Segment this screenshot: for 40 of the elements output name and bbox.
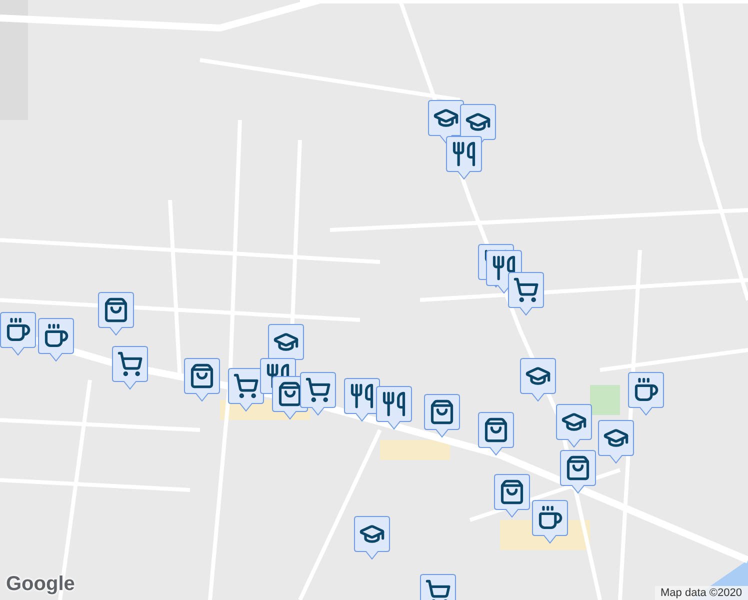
shopping-cart-icon (425, 579, 451, 600)
map-marker[interactable] (628, 372, 664, 416)
map-marker[interactable] (446, 136, 482, 180)
fork-knife-icon (265, 363, 291, 389)
coffee-cup-icon (633, 377, 659, 403)
shopping-bag-icon (189, 363, 215, 389)
map-marker[interactable] (560, 450, 596, 494)
fork-knife-icon (451, 141, 477, 167)
shopping-cart-icon (305, 377, 331, 403)
map-marker[interactable] (494, 474, 530, 518)
coffee-cup-icon (5, 317, 31, 343)
fork-knife-icon (349, 383, 375, 409)
map-marker[interactable] (424, 394, 460, 438)
coffee-cup-icon (537, 505, 563, 531)
fork-knife-icon (491, 255, 517, 281)
coffee-cup-icon (43, 323, 69, 349)
shopping-bag-icon (483, 417, 509, 443)
shopping-cart-icon (233, 373, 259, 399)
map-marker[interactable] (598, 420, 634, 464)
map-marker[interactable] (112, 346, 148, 390)
map-marker[interactable] (98, 292, 134, 336)
map-marker[interactable] (478, 412, 514, 456)
shopping-cart-icon (117, 351, 143, 377)
map-marker[interactable] (532, 500, 568, 544)
shopping-bag-icon (277, 381, 303, 407)
shopping-bag-icon (565, 455, 591, 481)
shopping-cart-icon (513, 277, 539, 303)
map-marker[interactable] (520, 358, 556, 402)
fork-knife-icon (381, 391, 407, 417)
map-marker[interactable] (38, 318, 74, 362)
map-marker[interactable] (354, 516, 390, 560)
map-marker[interactable] (556, 404, 592, 448)
map-attribution: Map data ©2020 (654, 586, 748, 600)
shopping-bag-icon (429, 399, 455, 425)
map-marker[interactable] (376, 386, 412, 430)
map-marker[interactable] (184, 358, 220, 402)
shopping-bag-icon (499, 479, 525, 505)
shopping-bag-icon (103, 297, 129, 323)
google-logo: Google (6, 573, 75, 596)
map-marker[interactable] (0, 312, 36, 356)
